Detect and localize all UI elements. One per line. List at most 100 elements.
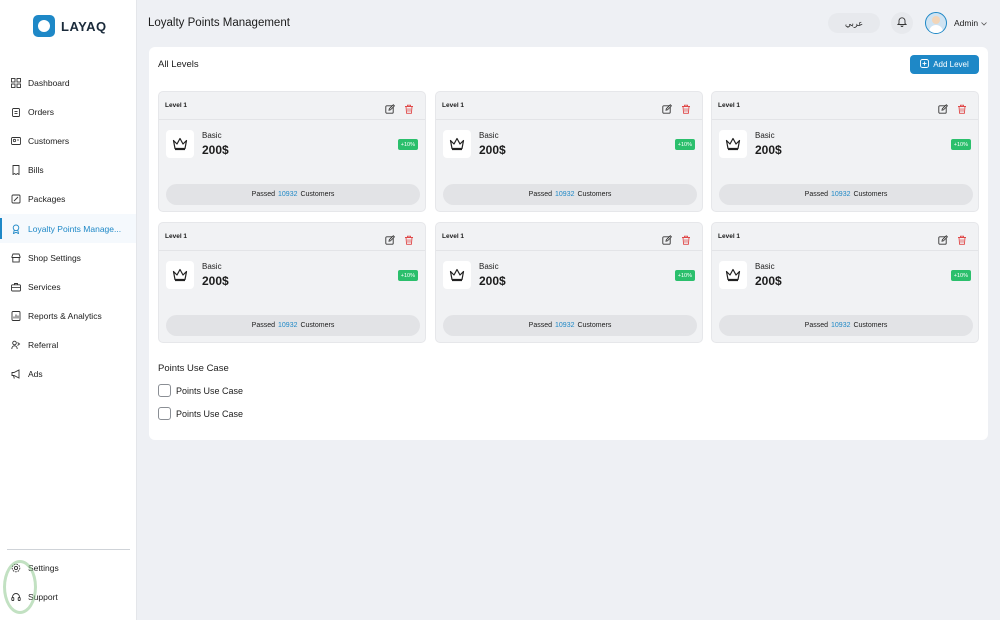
passed-count: 10932: [831, 322, 851, 329]
logo-icon: [33, 15, 55, 37]
tier-price: 200$: [202, 143, 229, 157]
sidebar-item-shop-settings[interactable]: Shop Settings: [0, 243, 136, 272]
watermark-badge: [3, 560, 37, 614]
passed-suffix: Customers: [853, 322, 888, 329]
user-name: Admin: [954, 18, 979, 28]
referral-icon: [11, 340, 21, 350]
crown-icon: [443, 130, 471, 158]
level-card: Level 1 Basic 200$ +10% Passed 10932 Customers: [711, 91, 979, 212]
chevron-down-icon: [981, 18, 987, 28]
passed-prefix: Passed: [804, 191, 829, 198]
award-icon: [11, 224, 21, 234]
sidebar-item-bills[interactable]: Bills: [0, 156, 136, 185]
grid-icon: [11, 77, 21, 88]
edit-icon[interactable]: [662, 232, 673, 245]
passed-prefix: Passed: [251, 322, 276, 329]
delete-icon[interactable]: [681, 232, 691, 245]
tier-name: Basic: [755, 131, 775, 140]
level-label: Level 1: [718, 102, 741, 109]
user-menu[interactable]: Admin: [954, 18, 987, 28]
edit-icon[interactable]: [938, 232, 949, 245]
sidebar-item-label: Bills: [28, 165, 44, 176]
passed-prefix: Passed: [804, 322, 829, 329]
tier-price: 200$: [202, 274, 229, 288]
use-case-label: Points Use Case: [176, 385, 244, 396]
tier-name: Basic: [479, 131, 499, 140]
crown-icon: [166, 130, 194, 158]
sidebar-item-label: Customers: [28, 135, 70, 146]
sidebar-item-ads[interactable]: Ads: [0, 360, 136, 389]
edit-icon[interactable]: [385, 101, 396, 114]
sidebar-item-loyalty-points[interactable]: Loyalty Points Manage...: [0, 213, 136, 244]
passed-customers-pill: Passed 10932 Customers: [719, 184, 973, 205]
level-card-header: Level 1: [712, 223, 978, 251]
language-toggle-button[interactable]: عربي: [828, 13, 880, 33]
sidebar-item-label: Ads: [28, 369, 43, 380]
passed-prefix: Passed: [251, 191, 276, 198]
plus-circle-icon: [920, 59, 930, 70]
passed-count: 10932: [555, 322, 575, 329]
level-label: Level 1: [165, 102, 188, 109]
use-case-checkbox[interactable]: [158, 384, 171, 397]
passed-suffix: Customers: [853, 191, 888, 198]
tier-price: 200$: [755, 143, 782, 157]
sidebar-item-label: Packages: [28, 194, 66, 205]
brand-logo[interactable]: LAYAQ: [33, 15, 107, 37]
bonus-badge: +10%: [674, 139, 695, 150]
delete-icon[interactable]: [404, 101, 414, 114]
tier-price: 200$: [479, 274, 506, 288]
passed-prefix: Passed: [528, 191, 553, 198]
megaphone-icon: [11, 369, 21, 380]
edit-icon[interactable]: [385, 232, 396, 245]
package-icon: [11, 194, 21, 204]
crown-icon: [719, 261, 747, 289]
bell-icon: [896, 14, 908, 32]
delete-icon[interactable]: [404, 232, 414, 245]
level-card: Level 1 Basic 200$ +10% Passed 10932 Customers: [158, 222, 426, 343]
passed-count: 10932: [555, 191, 575, 198]
sidebar-item-orders[interactable]: Orders: [0, 97, 136, 126]
tier-name: Basic: [202, 131, 222, 140]
delete-icon[interactable]: [681, 101, 691, 114]
notifications-button[interactable]: [891, 12, 913, 34]
clipboard-icon: [11, 107, 21, 117]
delete-icon[interactable]: [957, 232, 967, 245]
bonus-badge: +10%: [397, 139, 418, 150]
level-label: Level 1: [165, 233, 188, 240]
sidebar-item-customers[interactable]: Customers: [0, 126, 136, 155]
id-card-icon: [11, 136, 21, 146]
edit-icon[interactable]: [938, 101, 949, 114]
delete-icon[interactable]: [957, 101, 967, 114]
sidebar-item-dashboard[interactable]: Dashboard: [0, 68, 136, 97]
level-card: Level 1 Basic 200$ +10% Passed 10932 Customers: [435, 222, 703, 343]
use-case-label: Points Use Case: [176, 408, 244, 419]
passed-count: 10932: [831, 191, 851, 198]
level-card-header: Level 1: [436, 223, 702, 251]
sidebar-item-services[interactable]: Services: [0, 272, 136, 301]
passed-customers-pill: Passed 10932 Customers: [443, 315, 697, 336]
sidebar-nav: Dashboard Orders Customers Bills Package…: [0, 68, 136, 389]
crown-icon: [719, 130, 747, 158]
levels-title: All Levels: [158, 59, 199, 70]
use-case-option[interactable]: Points Use Case: [158, 384, 243, 397]
user-avatar[interactable]: [925, 12, 947, 34]
use-case-option[interactable]: Points Use Case: [158, 407, 243, 420]
edit-icon[interactable]: [662, 101, 673, 114]
level-card: Level 1 Basic 200$ +10% Passed 10932 Customers: [711, 222, 979, 343]
sidebar-item-reports-analytics[interactable]: Reports & Analytics: [0, 302, 136, 331]
level-card: Level 1 Basic 200$ +10% Passed 10932 Customers: [435, 91, 703, 212]
sidebar-item-packages[interactable]: Packages: [0, 185, 136, 214]
tier-price: 200$: [755, 274, 782, 288]
passed-prefix: Passed: [528, 322, 553, 329]
brand-name: LAYAQ: [61, 18, 107, 34]
use-case-checkbox[interactable]: [158, 407, 171, 420]
passed-customers-pill: Passed 10932 Customers: [443, 184, 697, 205]
sidebar-item-referral[interactable]: Referral: [0, 331, 136, 360]
sidebar-item-label: Referral: [28, 340, 59, 351]
tier-name: Basic: [755, 262, 775, 271]
passed-count: 10932: [278, 322, 298, 329]
add-level-button[interactable]: Add Level: [910, 55, 979, 74]
store-icon: [11, 253, 21, 263]
level-label: Level 1: [442, 233, 465, 240]
level-card-header: Level 1: [712, 92, 978, 120]
